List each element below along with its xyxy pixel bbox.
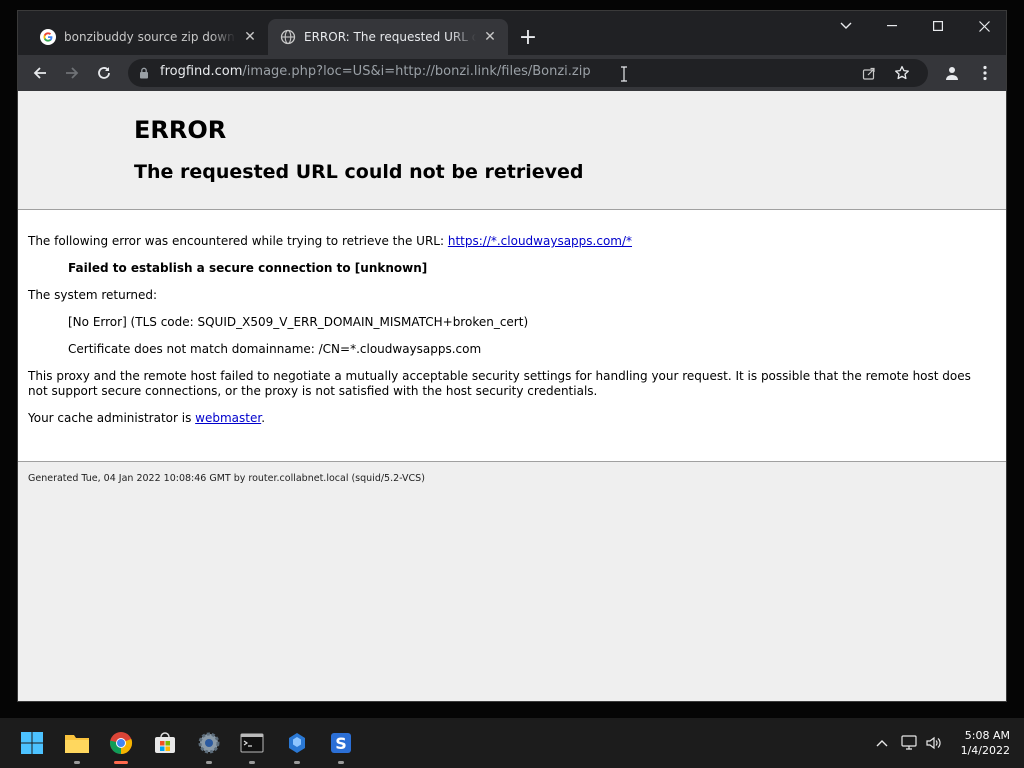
running-indicator — [338, 761, 344, 764]
settings-icon — [198, 732, 220, 754]
admin-paragraph: Your cache administrator is webmaster. — [28, 411, 265, 425]
taskbar-clock[interactable]: 5:08 AM 1/4/2022 — [961, 728, 1010, 758]
network-app-icon — [289, 733, 305, 753]
text-cursor-icon — [621, 66, 627, 82]
start-icon — [21, 732, 43, 754]
taskbar-store[interactable] — [149, 727, 181, 759]
terminal-icon — [240, 733, 264, 753]
chrome-icon — [109, 732, 133, 754]
clock-date: 1/4/2022 — [960, 744, 1010, 757]
intro-paragraph: The following error was encountered whil… — [28, 234, 632, 248]
error-subtitle: The requested URL could not be retrieved — [134, 161, 584, 183]
store-icon — [155, 732, 175, 753]
tab-search-icon[interactable] — [823, 11, 869, 41]
network-status-button[interactable] — [900, 733, 920, 753]
address-bar[interactable]: frogfind.com/image.php?loc=US&i=http://b… — [128, 59, 928, 87]
intro-text: The following error was encountered whil… — [28, 234, 448, 248]
menu-button[interactable] — [971, 59, 999, 87]
tab-title: ERROR: The requested URL could — [304, 30, 476, 44]
error-body: The following error was encountered whil… — [18, 210, 1006, 462]
reload-icon — [98, 67, 110, 79]
tab-bonzibuddy-search[interactable]: bonzibuddy source zip downloa ✕ — [28, 19, 268, 55]
taskbar: S 5:08 AM 1/4/2022 — [0, 718, 1024, 768]
reload-button[interactable] — [90, 59, 118, 87]
file-explorer-icon — [65, 735, 89, 753]
forward-button[interactable] — [58, 59, 86, 87]
lock-icon[interactable] — [139, 67, 149, 79]
tab-strip: bonzibuddy source zip downloa ✕ ERROR: T… — [18, 11, 1006, 55]
admin-suffix: . — [261, 411, 266, 425]
taskbar-s-app[interactable]: S — [325, 727, 357, 764]
failed-url-link[interactable]: https://*.cloudwaysapps.com/* — [448, 234, 632, 248]
webmaster-link[interactable]: webmaster — [195, 411, 261, 425]
minimize-button[interactable] — [869, 11, 915, 41]
svg-text:S: S — [335, 734, 347, 753]
kebab-menu-icon — [983, 65, 987, 81]
error-detail: [No Error] (TLS code: SQUID_X509_V_ERR_D… — [68, 315, 529, 329]
close-tab-icon[interactable]: ✕ — [240, 27, 260, 47]
show-hidden-icons-button[interactable] — [872, 733, 892, 753]
globe-icon — [280, 29, 296, 45]
arrow-right-icon — [66, 67, 79, 79]
profile-button[interactable] — [938, 59, 966, 87]
url-text[interactable]: frogfind.com/image.php?loc=US&i=http://b… — [160, 64, 591, 79]
taskbar-network-app[interactable] — [281, 727, 313, 764]
tab-error-page[interactable]: ERROR: The requested URL could ✕ — [268, 19, 508, 55]
url-path: /image.php?loc=US&i=http://bonzi.link/fi… — [242, 64, 591, 79]
taskbar-terminal[interactable] — [236, 727, 268, 764]
page-viewport: ERROR The requested URL could not be ret… — [18, 91, 1006, 701]
tab-title: bonzibuddy source zip downloa — [64, 30, 236, 44]
browser-window: bonzibuddy source zip downloa ✕ ERROR: T… — [17, 10, 1007, 702]
speaker-icon — [926, 736, 941, 750]
back-button[interactable] — [26, 59, 54, 87]
running-indicator — [294, 761, 300, 764]
url-host: frogfind.com — [160, 64, 243, 79]
close-tab-icon[interactable]: ✕ — [480, 27, 500, 47]
volume-button[interactable] — [924, 733, 944, 753]
running-indicator — [206, 761, 212, 764]
running-indicator — [74, 761, 80, 764]
share-icon[interactable] — [862, 66, 876, 80]
explanation-line-2: not support secure connections, or the p… — [28, 384, 598, 398]
bookmark-star-icon[interactable] — [894, 65, 910, 81]
failure-reason: Failed to establish a secure connection … — [68, 261, 428, 275]
clock-time: 5:08 AM — [964, 729, 1010, 742]
chevron-up-icon — [876, 740, 888, 747]
active-indicator — [114, 761, 128, 764]
taskbar-file-explorer[interactable] — [61, 727, 93, 764]
certificate-detail: Certificate does not match domainname: /… — [68, 342, 482, 356]
generated-footer: Generated Tue, 04 Jan 2022 10:08:46 GMT … — [28, 473, 425, 484]
google-g-icon — [40, 29, 56, 45]
toolbar: frogfind.com/image.php?loc=US&i=http://b… — [18, 55, 1006, 91]
arrow-left-icon — [33, 67, 46, 79]
error-header: ERROR The requested URL could not be ret… — [18, 91, 1006, 210]
error-title: ERROR — [134, 116, 227, 144]
start-button[interactable] — [16, 727, 48, 759]
s-app-icon: S — [331, 733, 351, 753]
person-icon — [946, 67, 958, 80]
close-window-button[interactable] — [961, 11, 1007, 41]
taskbar-chrome[interactable] — [105, 727, 137, 764]
new-tab-button[interactable]: + — [516, 27, 540, 51]
taskbar-settings[interactable] — [193, 727, 225, 764]
running-indicator — [249, 761, 255, 764]
network-icon — [901, 735, 917, 750]
explanation-line-1: This proxy and the remote host failed to… — [28, 369, 971, 383]
admin-prefix: Your cache administrator is — [28, 411, 196, 425]
system-returned-label: The system returned: — [28, 288, 158, 302]
maximize-button[interactable] — [915, 11, 961, 41]
